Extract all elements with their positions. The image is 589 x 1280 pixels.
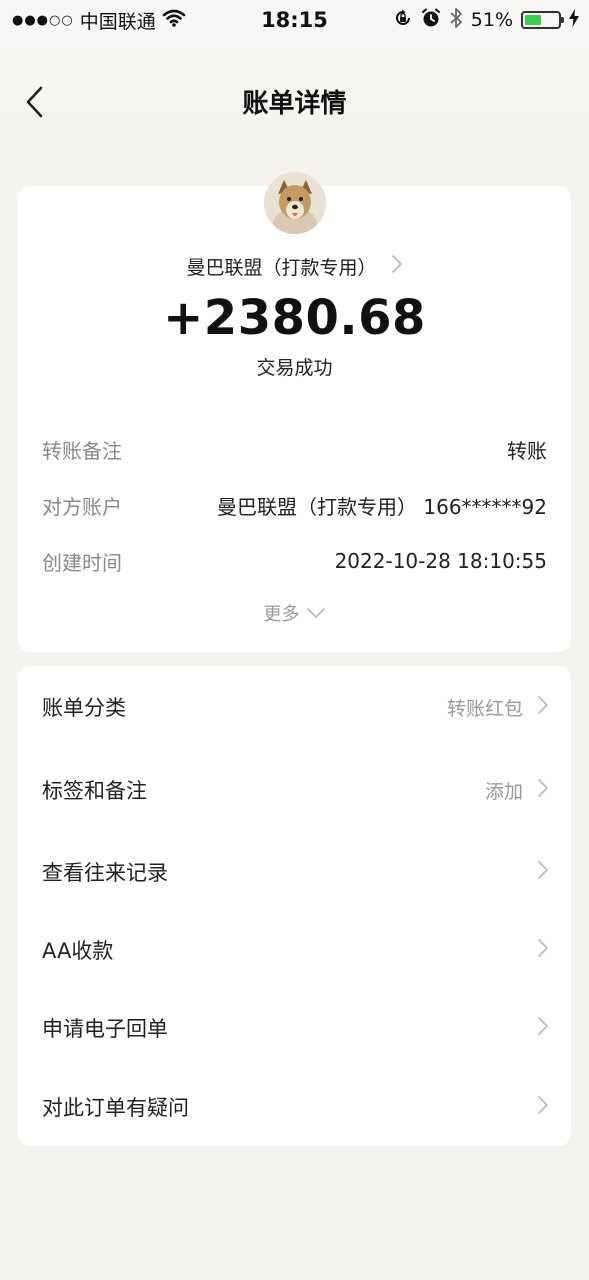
detail-row-remark: 转账备注 转账 (42, 434, 547, 464)
menu-right: 转账红包 (447, 694, 549, 721)
menu-right (537, 1016, 549, 1040)
bluetooth-icon (449, 7, 463, 34)
transaction-status: 交易成功 (256, 357, 333, 379)
chevron-right-icon (537, 1016, 549, 1040)
chevron-right-icon (537, 778, 549, 802)
chevron-right-icon (391, 254, 403, 282)
menu-item-tags-notes[interactable]: 标签和备注 添加 (18, 760, 571, 820)
detail-value: 2022-10-28 18:10:55 (334, 549, 547, 573)
detail-label: 对方账户 (42, 494, 122, 519)
detail-value: 曼巴联盟（打款专用） 166******92 (217, 494, 547, 519)
menu-value: 添加 (484, 780, 523, 803)
avatar[interactable] (264, 172, 326, 234)
menu-item-e-receipt[interactable]: 申请电子回单 (18, 998, 571, 1058)
menu-right (537, 860, 549, 884)
chevron-down-icon (306, 603, 326, 624)
payee-name: 曼巴联盟（打款专用） (186, 257, 377, 279)
menu-item-transaction-history[interactable]: 查看往来记录 (18, 842, 571, 902)
menu-value: 转账红包 (446, 697, 523, 720)
menu-label: 标签和备注 (42, 779, 147, 803)
chevron-right-icon (537, 1095, 549, 1119)
menu-label: 查看往来记录 (42, 861, 168, 885)
detail-row-account: 对方账户 曼巴联盟（打款专用） 166******92 (42, 490, 547, 520)
battery-percent: 51% (470, 9, 513, 31)
menu-label: 账单分类 (42, 696, 126, 720)
menu-label: AA收款 (42, 939, 114, 963)
status-bar: ●●●○○ 中国联通 18:15 51% (0, 0, 589, 44)
menu-item-bill-category[interactable]: 账单分类 转账红包 (18, 677, 571, 737)
status-bar-right: 51% (393, 6, 579, 34)
detail-value: 转账 (507, 438, 547, 463)
menu-right (537, 938, 549, 962)
nav-bar: 账单详情 (0, 44, 589, 174)
detail-row-created-time: 创建时间 2022-10-28 18:10:55 (42, 546, 547, 576)
orientation-lock-icon (393, 8, 413, 33)
alarm-icon (421, 8, 441, 33)
chevron-right-icon (537, 938, 549, 962)
charging-icon (569, 8, 579, 32)
menu-item-order-question[interactable]: 对此订单有疑问 (18, 1077, 571, 1137)
chevron-right-icon (537, 695, 549, 719)
menu-item-aa-collect[interactable]: AA收款 (18, 920, 571, 980)
battery-icon (521, 11, 564, 29)
bill-actions-card: 账单分类 转账红包 标签和备注 添加 查看往来记录 AA收款 申请电子回单 对此… (18, 666, 571, 1146)
menu-right: 添加 (485, 777, 549, 804)
transaction-summary-card: 曼巴联盟（打款专用） +2380.68 交易成功 转账备注 转账 对方账户 曼巴… (18, 172, 571, 652)
menu-label: 对此订单有疑问 (42, 1096, 189, 1120)
payee-link[interactable]: 曼巴联盟（打款专用） (18, 254, 571, 282)
detail-label: 创建时间 (42, 550, 122, 575)
battery-level-fill (525, 15, 542, 25)
menu-right (537, 1095, 549, 1119)
chevron-right-icon (537, 860, 549, 884)
menu-label: 申请电子回单 (42, 1017, 168, 1041)
more-button[interactable]: 更多 (18, 600, 571, 626)
more-label: 更多 (263, 604, 300, 625)
page-title: 账单详情 (242, 89, 347, 119)
detail-label: 转账备注 (42, 438, 122, 463)
transaction-amount: +2380.68 (163, 290, 426, 346)
